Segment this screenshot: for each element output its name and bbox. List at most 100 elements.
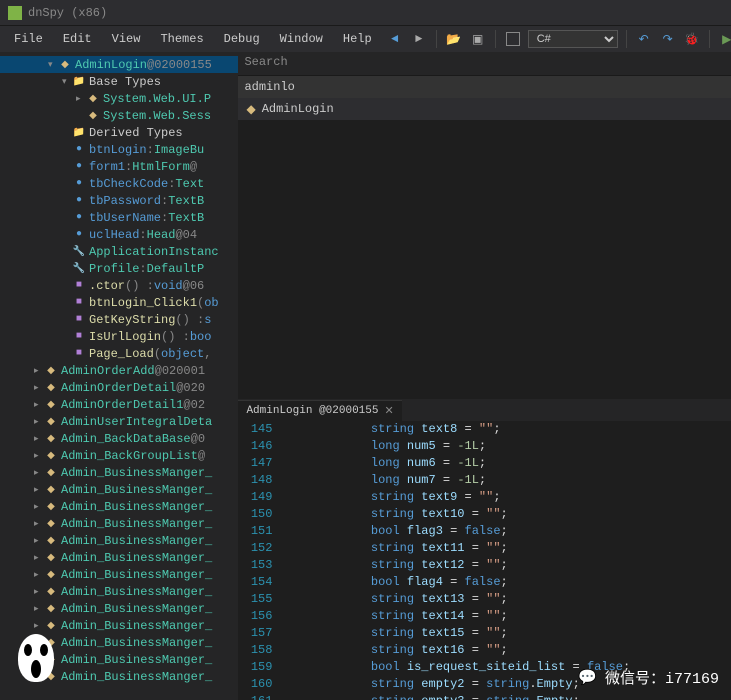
code-editor[interactable]: 1451461471481491501511521531541551561571… — [238, 421, 731, 700]
tree-node[interactable]: ▸◆Admin_BusinessManger_ — [0, 515, 238, 532]
code-line[interactable]: string text14 = ""; — [284, 608, 731, 625]
menu-help[interactable]: Help — [333, 28, 382, 50]
expand-icon[interactable]: ▸ — [34, 672, 44, 682]
expand-icon[interactable]: ▸ — [34, 502, 44, 512]
save-icon[interactable]: ▣ — [469, 30, 487, 48]
menu-file[interactable]: File — [4, 28, 53, 50]
expand-icon[interactable]: ▸ — [34, 638, 44, 648]
assembly-explorer[interactable]: ▾◆AdminLogin @02000155▾📁Base Types▸◆Syst… — [0, 52, 238, 700]
tree-node[interactable]: 🔧Profile : DefaultP — [0, 260, 238, 277]
menu-edit[interactable]: Edit — [53, 28, 102, 50]
expand-icon[interactable]: ▸ — [34, 604, 44, 614]
code-line[interactable]: bool is_request_siteid_list = false; — [284, 659, 731, 676]
code-line[interactable]: long num6 = -1L; — [284, 455, 731, 472]
code-content[interactable]: string text8 = ""; long num5 = -1L; long… — [280, 421, 731, 700]
tree-node[interactable]: ▸◆System.Web.UI.P — [0, 90, 238, 107]
tree-node[interactable]: ●tbCheckCode : Text — [0, 175, 238, 192]
menu-themes[interactable]: Themes — [150, 28, 213, 50]
expand-icon[interactable]: ▸ — [34, 587, 44, 597]
tree-node[interactable]: ■.ctor() : void @06 — [0, 277, 238, 294]
code-line[interactable]: string text9 = ""; — [284, 489, 731, 506]
tree-node[interactable]: ▸◆Admin_BusinessManger_ — [0, 481, 238, 498]
expand-icon[interactable]: ▸ — [34, 400, 44, 410]
tree-node[interactable]: ■Page_Load(object, — [0, 345, 238, 362]
search-input[interactable] — [238, 76, 731, 98]
expand-icon[interactable]: ▸ — [34, 570, 44, 580]
expand-icon[interactable]: ▸ — [34, 655, 44, 665]
tree-node[interactable]: ▸◆Admin_BusinessManger_ — [0, 464, 238, 481]
expand-icon[interactable]: ▸ — [34, 434, 44, 444]
code-line[interactable]: bool flag4 = false; — [284, 574, 731, 591]
tree-node[interactable]: ■IsUrlLogin() : boo — [0, 328, 238, 345]
expand-icon[interactable]: ▸ — [34, 468, 44, 478]
close-icon[interactable]: ✕ — [384, 404, 393, 418]
tree-node[interactable]: ▾◆AdminLogin @02000155 — [0, 56, 238, 73]
code-line[interactable]: bool flag3 = false; — [284, 523, 731, 540]
tree-node[interactable]: ■GetKeyString() : s — [0, 311, 238, 328]
language-select[interactable]: C# — [528, 30, 618, 48]
expand-icon[interactable]: ▸ — [34, 383, 44, 393]
tree-node[interactable]: ●form1 : HtmlForm @ — [0, 158, 238, 175]
tree-node[interactable]: ▸◆Admin_BusinessManger_ — [0, 549, 238, 566]
expand-icon[interactable]: ▸ — [76, 94, 86, 104]
expand-icon[interactable]: ▸ — [34, 417, 44, 427]
tree-node[interactable]: ▸◆AdminOrderDetail @020 — [0, 379, 238, 396]
expand-icon[interactable]: ▸ — [34, 536, 44, 546]
menu-view[interactable]: View — [102, 28, 151, 50]
forward-icon[interactable]: ► — [410, 30, 428, 48]
expand-icon[interactable]: ▸ — [34, 621, 44, 631]
tree-node[interactable]: 🔧ApplicationInstanc — [0, 243, 238, 260]
expand-icon[interactable]: ▸ — [34, 519, 44, 529]
tree-node[interactable]: ▸◆Admin_BusinessManger_ — [0, 617, 238, 634]
expand-icon[interactable]: ▸ — [34, 485, 44, 495]
expand-icon[interactable]: ▾ — [62, 77, 72, 87]
code-line[interactable]: string text15 = ""; — [284, 625, 731, 642]
tree-node[interactable]: ▸◆Admin_BusinessManger_ — [0, 583, 238, 600]
tree-node[interactable]: ■btnLogin_Click1(ob — [0, 294, 238, 311]
code-line[interactable]: string text13 = ""; — [284, 591, 731, 608]
tree-node[interactable]: ▾📁Base Types — [0, 73, 238, 90]
bug-icon[interactable]: 🐞 — [683, 30, 701, 48]
back-icon[interactable]: ◄ — [386, 30, 404, 48]
expand-icon[interactable]: ▾ — [48, 60, 58, 70]
search-result[interactable]: ◆ AdminLogin — [238, 98, 731, 120]
open-icon[interactable]: 📂 — [445, 30, 463, 48]
tree-node[interactable]: ▸◆Admin_BusinessManger_ — [0, 566, 238, 583]
tree-node[interactable]: ▸◆Admin_BackDataBase @0 — [0, 430, 238, 447]
tree-node[interactable]: ▸◆Admin_BusinessManger_ — [0, 668, 238, 685]
tree-node[interactable]: ▸◆AdminUserIntegralDeta — [0, 413, 238, 430]
tree-node[interactable]: ●tbUserName : TextB — [0, 209, 238, 226]
code-line[interactable]: string empty2 = string.Empty; — [284, 676, 731, 693]
dock-icon[interactable] — [504, 30, 522, 48]
code-line[interactable]: long num5 = -1L; — [284, 438, 731, 455]
code-line[interactable]: string text11 = ""; — [284, 540, 731, 557]
tree-node[interactable]: ▸◆Admin_BackGroupList @ — [0, 447, 238, 464]
menu-window[interactable]: Window — [270, 28, 333, 50]
code-line[interactable]: string empty3 = string.Empty; — [284, 693, 731, 700]
code-line[interactable]: string text10 = ""; — [284, 506, 731, 523]
expand-icon[interactable]: ▸ — [34, 366, 44, 376]
tree-node[interactable]: ▸◆Admin_BusinessManger_ — [0, 498, 238, 515]
tree-node[interactable]: ◆System.Web.Sess — [0, 107, 238, 124]
tree-node[interactable]: ▸◆AdminOrderDetail1 @02 — [0, 396, 238, 413]
tree-node[interactable]: ▸◆Admin_BusinessManger_ — [0, 651, 238, 668]
code-line[interactable]: string text12 = ""; — [284, 557, 731, 574]
code-line[interactable]: long num7 = -1L; — [284, 472, 731, 489]
redo-icon[interactable]: ↷ — [659, 30, 677, 48]
tree-node[interactable]: ▸◆Admin_BusinessManger_ — [0, 634, 238, 651]
menu-debug[interactable]: Debug — [214, 28, 270, 50]
code-line[interactable]: string text16 = ""; — [284, 642, 731, 659]
undo-icon[interactable]: ↶ — [635, 30, 653, 48]
start-icon[interactable]: ▶ — [718, 30, 731, 48]
tab-adminlogin[interactable]: AdminLogin @02000155 ✕ — [238, 400, 401, 421]
tree-node[interactable]: 📁Derived Types — [0, 124, 238, 141]
tree-node[interactable]: ●tbPassword : TextB — [0, 192, 238, 209]
tree-node[interactable]: ▸◆AdminOrderAdd @020001 — [0, 362, 238, 379]
tree-node[interactable]: ●btnLogin : ImageBu — [0, 141, 238, 158]
tree-node[interactable]: ●uclHead : Head @04 — [0, 226, 238, 243]
expand-icon[interactable]: ▸ — [34, 553, 44, 563]
code-line[interactable]: string text8 = ""; — [284, 421, 731, 438]
tree-node[interactable]: ▸◆Admin_BusinessManger_ — [0, 600, 238, 617]
expand-icon[interactable]: ▸ — [34, 451, 44, 461]
tree-node[interactable]: ▸◆Admin_BusinessManger_ — [0, 532, 238, 549]
